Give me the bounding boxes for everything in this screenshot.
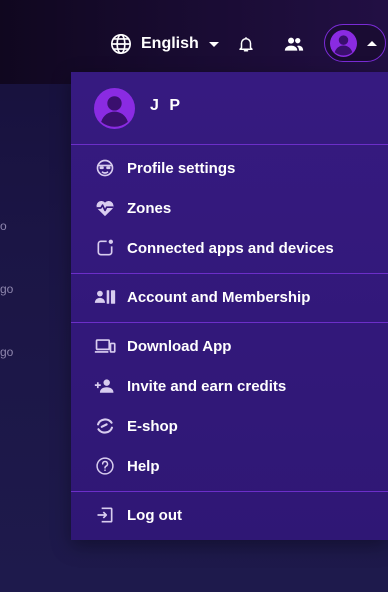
user-menu-button[interactable] <box>324 24 386 62</box>
menu-divider <box>71 491 388 492</box>
devices-icon <box>94 335 116 357</box>
chevron-up-icon <box>367 40 377 46</box>
logout-icon <box>94 504 116 526</box>
menu-item-invite[interactable]: Invite and earn credits <box>71 368 388 404</box>
menu-divider <box>71 273 388 274</box>
menu-item-log-out[interactable]: Log out <box>71 497 388 533</box>
heart-pulse-icon <box>94 197 116 219</box>
menu-item-eshop[interactable]: E-shop <box>71 408 388 444</box>
eshop-logo-icon <box>94 415 116 437</box>
menu-item-label: Invite and earn credits <box>127 377 287 395</box>
menu-item-label: Connected apps and devices <box>127 239 334 257</box>
menu-item-label: Account and Membership <box>127 288 311 306</box>
menu-item-label: Zones <box>127 199 172 217</box>
user-name: J P <box>150 97 184 114</box>
language-selector[interactable]: English <box>110 33 219 55</box>
avatar <box>94 88 135 129</box>
menu-user-header: J P <box>71 72 388 144</box>
menu-item-label: Help <box>127 457 160 475</box>
menu-item-profile-settings[interactable]: Profile settings <box>71 150 388 186</box>
menu-item-help[interactable]: Help <box>71 448 388 484</box>
chevron-down-icon <box>208 41 219 47</box>
globe-icon <box>110 33 132 55</box>
menu-item-label: E-shop <box>127 417 178 435</box>
community-button[interactable] <box>283 33 305 55</box>
profile-mask-icon <box>94 157 116 179</box>
background-text-fragment: go <box>0 345 14 359</box>
notifications-button[interactable] <box>235 33 257 55</box>
menu-item-account-membership[interactable]: Account and Membership <box>71 279 388 315</box>
background-text-fragment: go <box>0 282 14 296</box>
membership-card-icon <box>94 286 116 308</box>
menu-divider <box>71 144 388 145</box>
add-person-icon <box>94 375 116 397</box>
menu-item-connected-apps[interactable]: Connected apps and devices <box>71 230 388 266</box>
bell-icon <box>237 34 255 54</box>
menu-item-label: Profile settings <box>127 159 236 177</box>
menu-item-zones[interactable]: Zones <box>71 190 388 226</box>
language-label: English <box>141 35 199 52</box>
background-text-fragment: o <box>0 219 7 233</box>
user-avatar-icon <box>330 29 357 57</box>
user-dropdown-menu: J P Profile settings Zones Connected app… <box>71 72 388 540</box>
help-circle-icon <box>94 455 116 477</box>
menu-divider <box>71 322 388 323</box>
people-icon <box>284 36 304 52</box>
menu-item-label: Log out <box>127 506 182 524</box>
connected-device-icon <box>94 237 116 259</box>
menu-item-label: Download App <box>127 337 232 355</box>
menu-item-download-app[interactable]: Download App <box>71 328 388 364</box>
